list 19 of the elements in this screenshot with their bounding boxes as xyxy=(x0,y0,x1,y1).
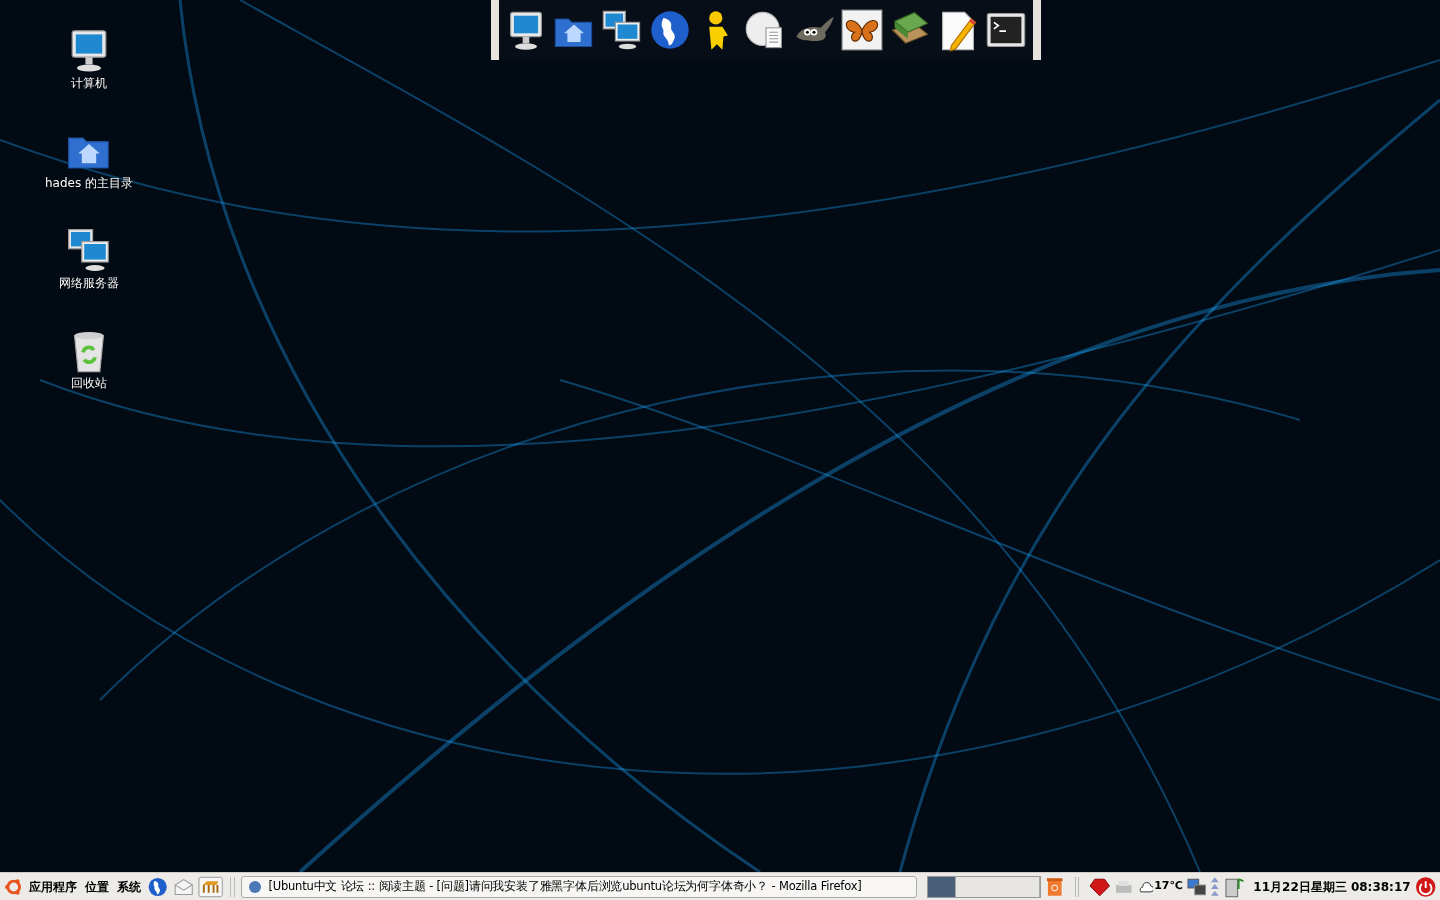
menu-button[interactable]: 应用程序 xyxy=(27,877,80,896)
workbench-icon[interactable] xyxy=(198,875,224,898)
butterfly-icon[interactable] xyxy=(840,8,884,52)
weather-temperature[interactable]: 17℃ xyxy=(1154,878,1183,895)
desktop-icon-label[interactable]: 回收站 xyxy=(71,374,107,392)
ruby-gem-icon[interactable] xyxy=(1088,876,1111,897)
ubuntu-logo-icon[interactable] xyxy=(4,876,24,897)
desktop-icon-label[interactable]: 网络服务器 xyxy=(59,274,119,292)
workspace-tile[interactable] xyxy=(955,876,1041,897)
desktop-icon-label[interactable]: 计算机 xyxy=(71,74,107,92)
menu-button[interactable]: 位置 xyxy=(83,877,112,896)
trash-icon[interactable] xyxy=(1045,875,1065,898)
task-button[interactable]: [Ubuntu中文 论坛 :: 阅读主题 - [问题]请问我安装了雅黑字体后浏览ubuntu论坛为何字体奇小？ - Mozilla Firefox] xyxy=(241,875,917,898)
network-icon[interactable] xyxy=(1186,876,1207,897)
menu-button[interactable]: 系统 xyxy=(115,877,144,896)
desktop-icon-label[interactable]: hades 的主目录 xyxy=(45,174,133,192)
workspace-tile[interactable] xyxy=(927,876,956,897)
clock[interactable]: 11月22日星期三 08:38:17 xyxy=(1253,877,1411,896)
power-icon[interactable] xyxy=(1414,875,1436,898)
